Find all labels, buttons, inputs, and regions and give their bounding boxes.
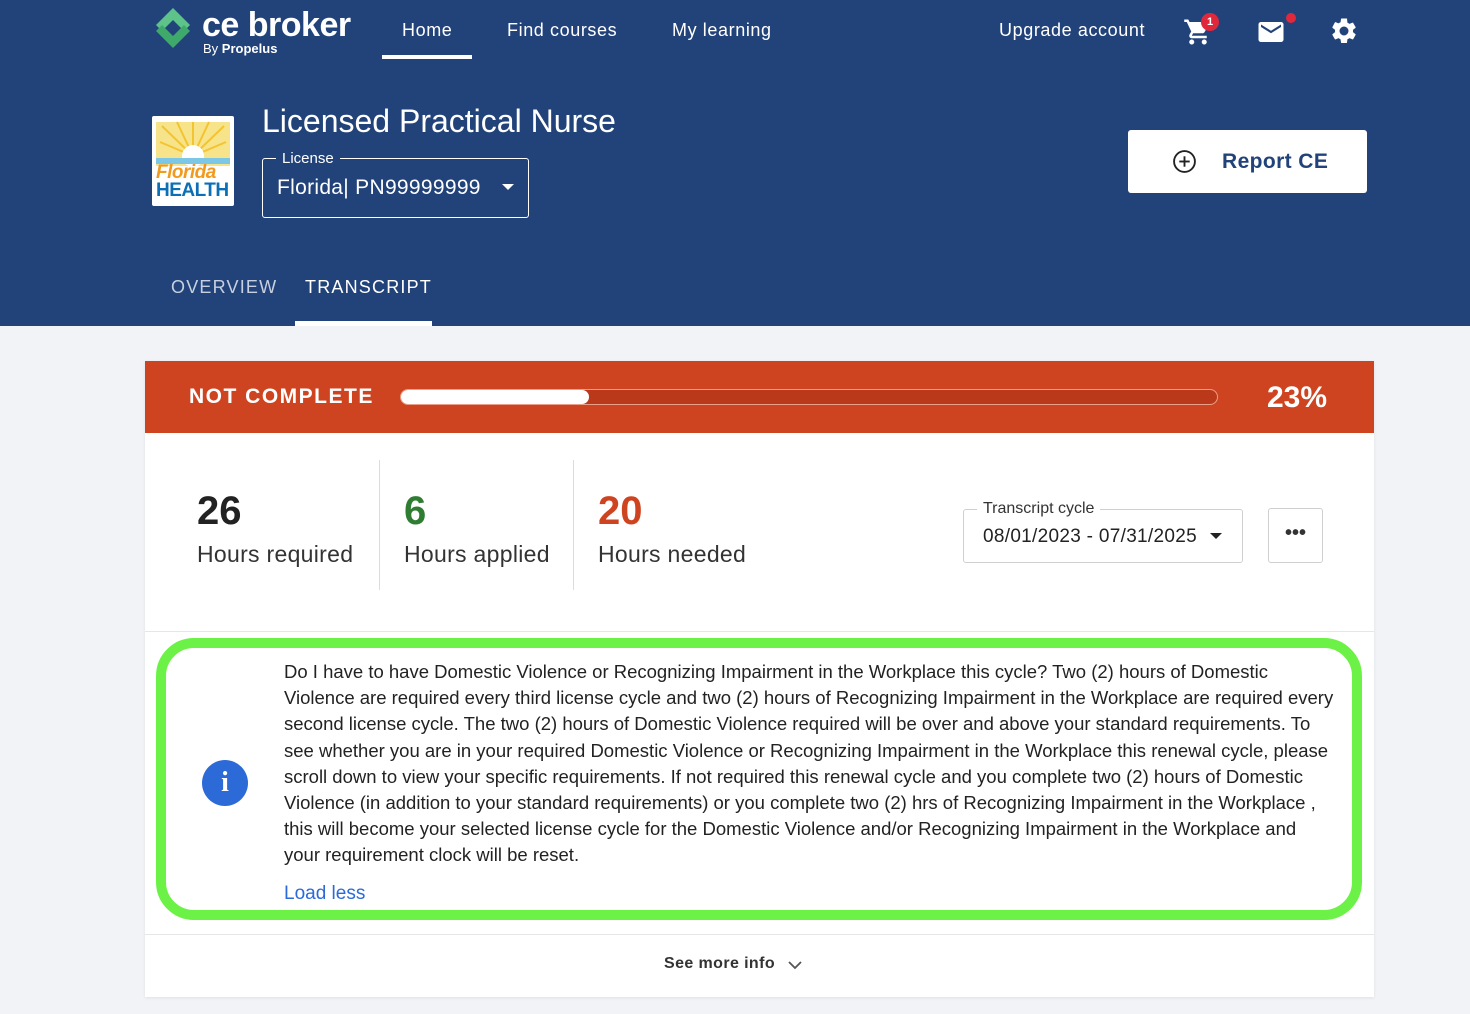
gear-icon-glyph [1332, 18, 1356, 43]
tab-transcript-underline [295, 321, 432, 326]
brand-sub-prefix: By [203, 41, 222, 56]
hours-needed-label: Hours needed [598, 541, 747, 567]
progress-bar [400, 389, 1218, 405]
hours-applied-value: 6 [404, 489, 427, 533]
status-label: NOT COMPLETE [189, 385, 374, 408]
chevron-down-icon [788, 961, 802, 970]
gear-icon[interactable] [1329, 16, 1359, 51]
section-divider [145, 934, 1374, 935]
brand-sub: By Propelus [203, 41, 277, 56]
license-select-value: Florida| PN99999999 [277, 176, 481, 199]
info-text: Do I have to have Domestic Violence or R… [284, 661, 1334, 866]
hours-applied-label: Hours applied [404, 541, 550, 567]
brand-sub-name: Propelus [221, 41, 278, 56]
load-less-link[interactable]: Load less [284, 883, 365, 905]
ce-broker-logo[interactable]: ce broker By Propelus [150, 6, 365, 60]
tab-transcript[interactable]: TRANSCRIPT [305, 277, 432, 298]
more-options-button[interactable]: ••• [1268, 508, 1323, 563]
hours-required-label: Hours required [197, 541, 354, 567]
caret-down-icon [502, 184, 514, 190]
brand-name: ce broker [202, 6, 351, 44]
see-more-info-button[interactable]: See more info [664, 955, 775, 973]
section-divider [145, 631, 1374, 632]
license-select-label: License [276, 150, 340, 167]
plus-circle-icon [1173, 150, 1196, 173]
info-icon: i [202, 760, 248, 806]
transcript-cycle-label: Transcript cycle [977, 500, 1101, 518]
stat-divider [379, 460, 380, 590]
mail-icon[interactable] [1256, 17, 1286, 52]
hours-required-value: 26 [197, 489, 242, 533]
nav-upgrade-account[interactable]: Upgrade account [999, 20, 1145, 41]
florida-health-logo: Florida HEALTH [152, 116, 234, 206]
caret-down-icon [1210, 533, 1222, 539]
nav-home[interactable]: Home [402, 20, 452, 41]
tab-overview[interactable]: OVERVIEW [171, 277, 277, 298]
nav-find-courses[interactable]: Find courses [507, 20, 617, 41]
report-ce-label: Report CE [1222, 150, 1329, 173]
nav-my-learning[interactable]: My learning [672, 20, 772, 41]
license-title: Licensed Practical Nurse [262, 103, 616, 139]
status-percent: 23% [1267, 381, 1328, 414]
stat-divider [573, 460, 574, 590]
ce-broker-logo-mark-icon [156, 8, 190, 48]
logo-health-text: HEALTH [156, 180, 229, 201]
hours-needed-value: 20 [598, 489, 643, 533]
report-ce-button[interactable]: Report CE [1128, 130, 1367, 193]
mail-icon-glyph [1258, 22, 1284, 42]
mail-unread-dot [1286, 13, 1296, 23]
progress-fill [401, 390, 589, 404]
nav-home-underline [382, 55, 472, 59]
transcript-cycle-value: 08/01/2023 - 07/31/2025 [983, 526, 1197, 547]
cart-count-badge: 1 [1201, 13, 1219, 31]
